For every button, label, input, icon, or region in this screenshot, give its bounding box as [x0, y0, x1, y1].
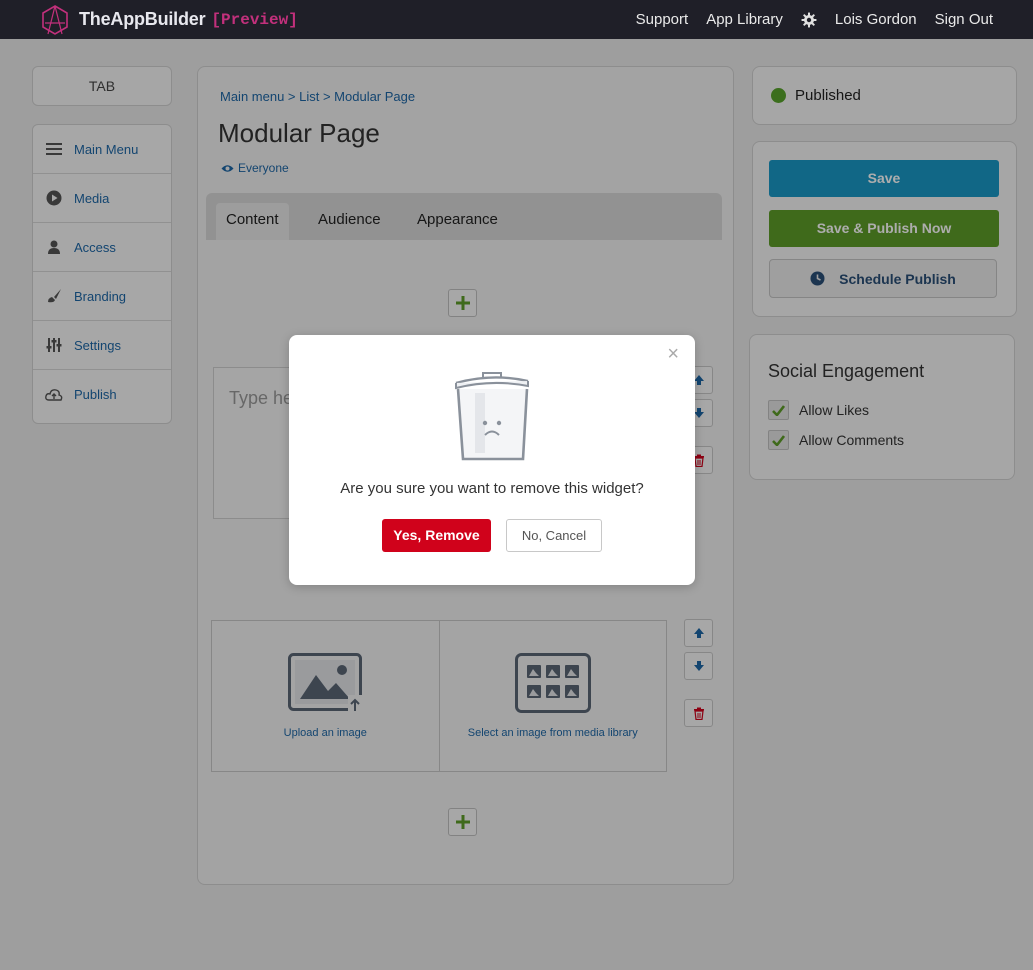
brand[interactable]: TheAppBuilder [Preview]: [40, 4, 298, 35]
gear-icon[interactable]: [801, 12, 817, 28]
app-library-link[interactable]: App Library: [706, 11, 783, 28]
brand-name: TheAppBuilder: [79, 9, 206, 29]
support-link[interactable]: Support: [636, 11, 689, 28]
logo-icon: [42, 4, 68, 35]
dialog-message: Are you sure you want to remove this wid…: [340, 480, 644, 497]
remove-widget-dialog: × Are you sure you want to remove this w…: [289, 335, 695, 585]
close-button[interactable]: ×: [667, 343, 679, 366]
sad-trash-icon: [455, 372, 529, 461]
top-bar: TheAppBuilder [Preview] Support App Libr…: [0, 0, 1033, 39]
confirm-remove-button[interactable]: Yes, Remove: [382, 519, 491, 552]
sign-out-link[interactable]: Sign Out: [935, 11, 993, 28]
preview-badge: [Preview]: [211, 10, 298, 29]
cancel-button[interactable]: No, Cancel: [506, 519, 602, 552]
top-nav: Support App Library Lois Gordon Sign Out: [618, 0, 993, 39]
user-menu[interactable]: Lois Gordon: [835, 11, 917, 28]
